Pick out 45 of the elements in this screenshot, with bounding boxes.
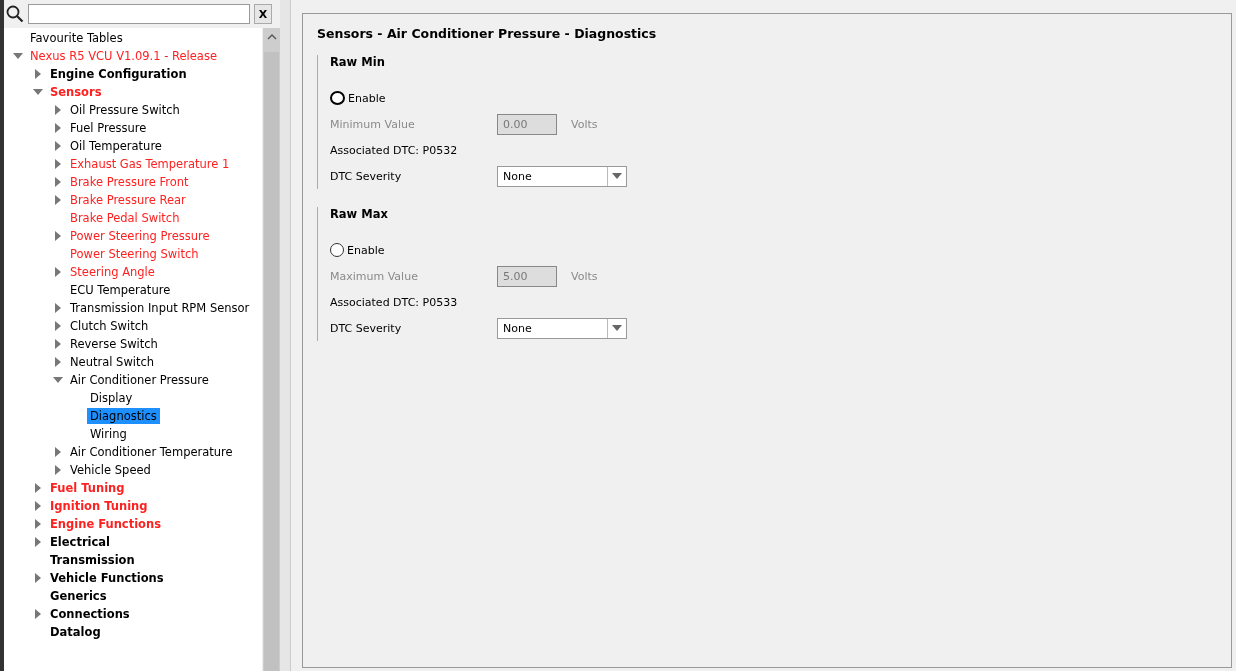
collapse-arrow-icon[interactable]	[33, 87, 43, 97]
expand-arrow-icon[interactable]	[53, 321, 63, 331]
scrollbar[interactable]	[262, 28, 280, 671]
expand-arrow-icon[interactable]	[53, 465, 63, 475]
expand-arrow-icon[interactable]	[53, 195, 63, 205]
expand-arrow-icon[interactable]	[33, 573, 43, 583]
expand-arrow-icon[interactable]	[53, 141, 63, 151]
field-label: Maximum Value	[330, 269, 419, 283]
expand-arrow-icon[interactable]	[33, 483, 43, 493]
expand-arrow-icon[interactable]	[53, 339, 63, 349]
dropdown-arrow-icon	[612, 325, 622, 331]
dtc-text: Associated DTC: P0532	[330, 143, 458, 157]
expand-arrow-icon[interactable]	[53, 123, 63, 133]
field-label: DTC Severity	[330, 169, 403, 183]
expand-arrow-icon[interactable]	[33, 501, 43, 511]
expand-arrow-icon[interactable]	[33, 537, 43, 547]
search-field[interactable]	[28, 4, 250, 24]
search-icon[interactable]	[6, 5, 24, 23]
expand-arrow-icon[interactable]	[53, 357, 63, 367]
expand-arrow-icon[interactable]	[33, 609, 43, 619]
collapse-arrow-icon[interactable]	[13, 51, 23, 61]
collapse-arrow-icon[interactable]	[53, 375, 63, 385]
field-label: DTC Severity	[330, 321, 403, 335]
dtc-text: Associated DTC: P0533	[330, 295, 458, 309]
unit-label: Volts	[571, 269, 598, 283]
expand-arrow-icon[interactable]	[33, 69, 43, 79]
expand-arrow-icon[interactable]	[53, 267, 63, 277]
field-label: Minimum Value	[330, 117, 416, 131]
expand-arrow-icon[interactable]	[53, 303, 63, 313]
unit-label: Volts	[571, 117, 598, 131]
clear-button[interactable]: X	[254, 4, 272, 24]
scroll-thumb[interactable]	[264, 52, 279, 671]
expand-arrow-icon[interactable]	[53, 159, 63, 169]
scroll-up-icon[interactable]	[266, 34, 277, 40]
expand-arrow-icon[interactable]	[53, 447, 63, 457]
dropdown-arrow-icon	[612, 173, 622, 179]
panel-title: Sensors - Air Conditioner Pressure - Diagnostics	[317, 26, 658, 41]
expand-arrow-icon[interactable]	[33, 519, 43, 529]
group-title: Raw Max	[330, 207, 389, 221]
expand-arrow-icon[interactable]	[53, 105, 63, 115]
radio-label: Enable	[347, 243, 385, 257]
radio-label: Enable	[348, 91, 386, 105]
expand-arrow-icon[interactable]	[53, 231, 63, 241]
expand-arrow-icon[interactable]	[53, 177, 63, 187]
group-title: Raw Min	[330, 55, 386, 69]
